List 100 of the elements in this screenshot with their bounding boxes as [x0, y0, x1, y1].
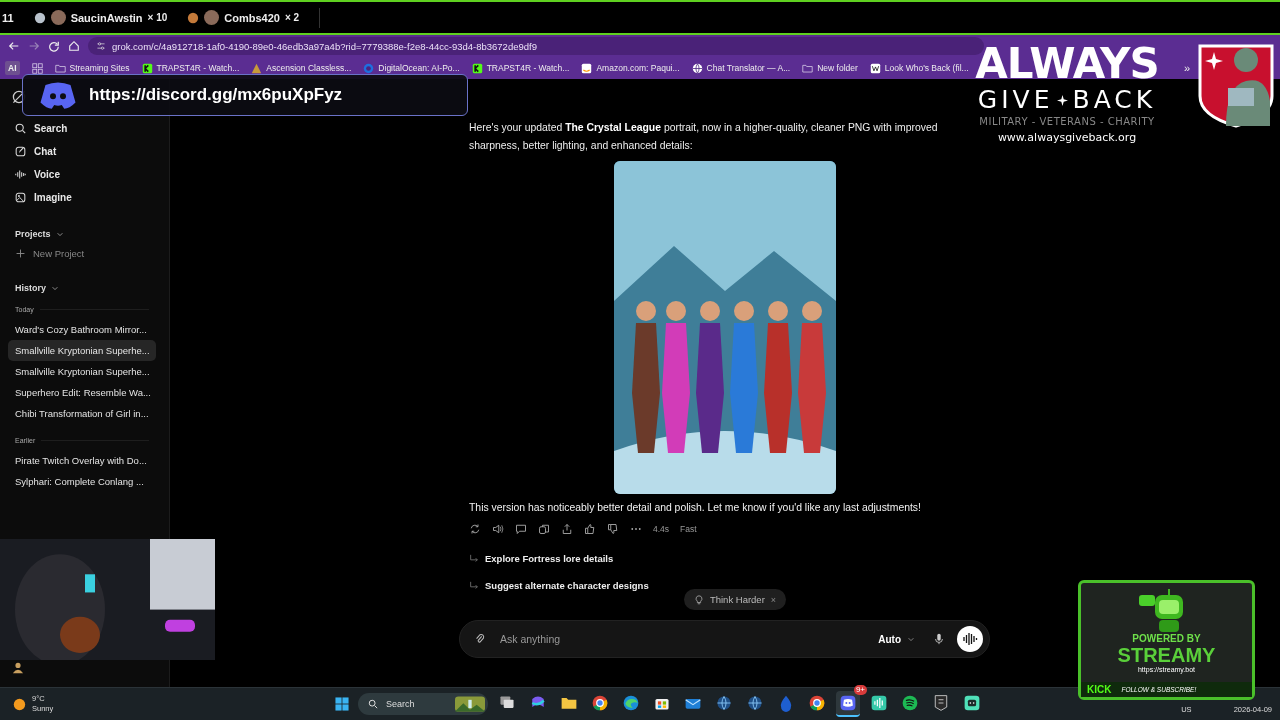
- comment-icon[interactable]: [515, 523, 527, 535]
- share-icon[interactable]: [561, 523, 573, 535]
- regenerate-icon[interactable]: [469, 523, 481, 535]
- nav-item[interactable]: Imagine: [15, 192, 169, 203]
- bookmark[interactable]: Streaming Sites: [54, 62, 130, 74]
- nav-item[interactable]: Voice: [15, 169, 169, 180]
- k-logo-icon: [471, 62, 483, 74]
- response-text: Here's your updated The Crystal League portrait, now in a higher-quality, cleaner PNG with improved sharpness, better lighting, and enhanced details:: [469, 121, 939, 153]
- return-arrow-icon: [469, 553, 479, 564]
- model-selector[interactable]: Auto: [878, 633, 915, 645]
- pencil-square-icon: [15, 146, 26, 157]
- return-arrow-icon: [469, 580, 479, 591]
- logo-tagline: MILITARY - VETERANS - CHARITY: [979, 116, 1155, 127]
- thumbs-up-icon[interactable]: [584, 523, 596, 535]
- microphone-icon[interactable]: [933, 633, 945, 645]
- search-icon: [368, 699, 378, 709]
- tune-icon[interactable]: [96, 41, 106, 51]
- bookmark-label: Look Who's Back (fil...: [884, 63, 969, 73]
- chevron-down-icon: [907, 635, 915, 643]
- search-placeholder: Search: [386, 699, 416, 709]
- bookmark[interactable]: DigitalOcean: AI-Po...: [363, 62, 460, 74]
- voice-mode-button[interactable]: [957, 626, 983, 652]
- bookmark-label: Streaming Sites: [69, 63, 130, 73]
- triangle-icon: [251, 62, 263, 74]
- figure-icon: [12, 662, 24, 674]
- suggestion-link[interactable]: Explore Fortress lore details: [469, 553, 991, 564]
- bookmark[interactable]: Look Who's Back (fil...: [869, 62, 969, 74]
- history-item[interactable]: Smallville Kryptonian Superhe...: [8, 340, 156, 361]
- history-item[interactable]: Ward's Cozy Bathroom Mirror...: [8, 319, 156, 340]
- controller-icon: [39, 80, 77, 110]
- new-project-label: New Project: [33, 248, 85, 259]
- bookmark[interactable]: TRAPST4R - Watch...: [141, 62, 240, 74]
- suggestion-link[interactable]: Suggest alternate character designs: [469, 580, 991, 591]
- taskbar-search[interactable]: Search: [358, 693, 488, 715]
- forward-icon[interactable]: [28, 40, 40, 52]
- close-button[interactable]: ×: [770, 594, 777, 605]
- bookmark[interactable]: TRAPST4R - Watch...: [471, 62, 570, 74]
- history-item[interactable]: Sylphari: Complete Conlang ...: [8, 471, 156, 492]
- nav-item[interactable]: Search: [15, 123, 169, 134]
- taskbar-app[interactable]: [836, 691, 860, 717]
- history-item[interactable]: Smallville Kryptonian Superhe...: [8, 361, 156, 382]
- new-project-button[interactable]: New Project: [15, 248, 169, 259]
- waveform-icon: [15, 169, 26, 180]
- browser-icon: [808, 694, 826, 712]
- gifter-name: Combs420: [224, 11, 280, 24]
- copy-icon[interactable]: [538, 523, 550, 535]
- browser-icon: [622, 694, 640, 712]
- apps-grid-icon: [31, 62, 43, 74]
- nav-label: Voice: [34, 169, 60, 180]
- history-item[interactable]: Superhero Edit: Resemble Wa...: [8, 382, 156, 403]
- globe-icon: [715, 694, 733, 712]
- rank-label: 11: [2, 11, 14, 24]
- bookmark-label: Amazon.com: Paqui...: [596, 63, 680, 73]
- back-icon[interactable]: [8, 40, 20, 52]
- address-bar[interactable]: grok.com/c/4a912718-1af0-4190-89e0-46edb3a97a4b?rid=7779388e-f2e8-44cc-93d4-8b3672de9df9: [88, 37, 984, 55]
- section-header[interactable]: Projects: [15, 229, 169, 239]
- chip-label: Think Harder: [709, 594, 765, 605]
- bookmark[interactable]: Ascension Classless...: [251, 62, 352, 74]
- history-item[interactable]: Pirate Twitch Overlay with Do...: [8, 450, 156, 471]
- sparkle-icon: [1057, 94, 1069, 106]
- suggestion-text: Suggest alternate character designs: [485, 580, 649, 591]
- bookmark[interactable]: New folder: [802, 62, 858, 74]
- bookmark-label: Chat Translator — A...: [706, 63, 791, 73]
- controller-icon: [839, 694, 857, 712]
- logo-word: GIVE: [977, 86, 1054, 114]
- speaker-icon[interactable]: [492, 523, 504, 535]
- ring-icon: [363, 62, 375, 74]
- thumbs-down-icon[interactable]: [607, 523, 619, 535]
- home-icon[interactable]: [68, 40, 80, 52]
- sun-icon[interactable]: [13, 697, 26, 711]
- browser-icon: [591, 694, 609, 712]
- reload-icon[interactable]: [48, 40, 60, 52]
- gift-count: × 10: [147, 12, 168, 23]
- think-harder-chip[interactable]: Think Harder ×: [683, 589, 787, 610]
- website-url: www.alwaysgiveback.org: [997, 131, 1137, 144]
- platform-label: KICK: [1087, 684, 1112, 695]
- bookmark[interactable]: Amazon.com: Paqui...: [581, 62, 680, 74]
- history-item[interactable]: Chibi Transformation of Girl in...: [8, 403, 156, 424]
- waveform-icon: [870, 694, 888, 712]
- response-time: 4.4s: [653, 524, 670, 534]
- nav-item[interactable]: Chat: [15, 146, 169, 157]
- folder-icon: [802, 62, 814, 74]
- section-header[interactable]: History: [15, 283, 169, 293]
- bookmark[interactable]: Chat Translator — A...: [691, 62, 791, 74]
- paperclip-icon[interactable]: [474, 633, 486, 645]
- bookmark-label: New folder: [817, 63, 858, 73]
- chevron-down-icon: [51, 284, 59, 292]
- bookmark-label: Ascension Classless...: [266, 63, 352, 73]
- bookmark[interactable]: [31, 62, 43, 74]
- ai-badge[interactable]: AI: [5, 61, 20, 75]
- model-mode: Fast: [680, 524, 697, 534]
- robot-icon: [963, 694, 981, 712]
- more-bookmarks-button[interactable]: »: [1183, 62, 1190, 74]
- plus-icon: [15, 248, 26, 259]
- globe-icon: [691, 62, 703, 74]
- message-input[interactable]: Ask anything Auto: [459, 620, 990, 658]
- windows-icon[interactable]: [333, 695, 351, 713]
- bookmark-label: TRAPST4R - Watch...: [156, 63, 240, 73]
- bookmark-label: TRAPST4R - Watch...: [486, 63, 570, 73]
- lightbulb-icon: [693, 594, 704, 605]
